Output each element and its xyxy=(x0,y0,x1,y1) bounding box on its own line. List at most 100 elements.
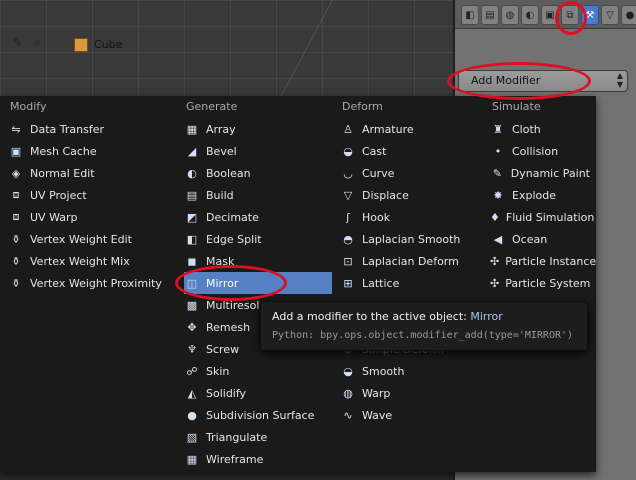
menu-item-wave[interactable]: ∿ Wave xyxy=(340,404,486,426)
menu-item-mask[interactable]: ◼ Mask xyxy=(184,250,332,272)
menu-item-uv-warp[interactable]: ⧈ UV Warp xyxy=(8,206,176,228)
modifiers-tab[interactable]: ⚒ xyxy=(581,5,599,25)
menu-item-bevel[interactable]: ◢ Bevel xyxy=(184,140,332,162)
menu-item-boolean[interactable]: ◐ Boolean xyxy=(184,162,332,184)
menu-item-label: Vertex Weight Proximity xyxy=(30,276,162,290)
menu-item-explode[interactable]: ✸ Explode xyxy=(490,184,590,206)
menu-item-label: Warp xyxy=(362,386,391,400)
menu-item-subdivision-surface[interactable]: ● Subdivision Surface xyxy=(184,404,332,426)
menu-item-mesh-cache[interactable]: ▣ Mesh Cache xyxy=(8,140,176,162)
mesh-cache-icon: ▣ xyxy=(10,144,22,158)
cube-object-icon xyxy=(74,38,88,52)
menu-item-label: UV Warp xyxy=(30,210,78,224)
menu-item-laplacian-deform[interactable]: ⊡ Laplacian Deform xyxy=(340,250,486,272)
menu-item-array[interactable]: ▦ Array xyxy=(184,118,332,140)
menu-item-edge-split[interactable]: ◧ Edge Split xyxy=(184,228,332,250)
menu-item-collision[interactable]: • Collision xyxy=(490,140,590,162)
menu-column-title: Simulate xyxy=(492,100,541,113)
ocean-icon: ◀ xyxy=(493,232,503,246)
laplacian-deform-icon: ⊡ xyxy=(343,254,353,268)
menu-item-cloth[interactable]: ♜ Cloth xyxy=(490,118,590,140)
menu-item-label: Lattice xyxy=(362,276,400,290)
menu-item-hook[interactable]: ʃ Hook xyxy=(340,206,486,228)
bevel-icon: ◢ xyxy=(187,144,197,158)
dynamic-paint-icon: ✎ xyxy=(492,166,502,180)
menu-item-particle-system[interactable]: ✣ Particle System xyxy=(490,272,590,294)
render-layers-tab[interactable]: ▤ xyxy=(481,5,499,25)
menu-item-label: Explode xyxy=(512,188,556,202)
menu-item-label: Subdivision Surface xyxy=(206,408,315,422)
menu-item-label: Build xyxy=(206,188,234,202)
menu-item-label: Dynamic Paint xyxy=(510,166,590,180)
menu-item-armature[interactable]: ♙ Armature xyxy=(340,118,486,140)
3d-viewport[interactable] xyxy=(0,0,456,131)
menu-item-ocean[interactable]: ◀ Ocean xyxy=(490,228,590,250)
menu-item-build[interactable]: ▤ Build xyxy=(184,184,332,206)
world-icon: ◐ xyxy=(525,9,535,21)
laplacian-smooth-icon: ◓ xyxy=(343,232,353,246)
data-tab[interactable]: ▽ xyxy=(601,5,619,25)
menu-item-label: Laplacian Deform xyxy=(362,254,459,268)
pin-icon[interactable]: ✎ xyxy=(12,36,23,51)
decimate-icon: ◩ xyxy=(186,210,198,224)
vertex-weight-proximity-icon: ⚱ xyxy=(11,276,21,290)
menu-item-label: UV Project xyxy=(30,188,87,202)
uv-project-icon: ⧈ xyxy=(12,188,20,201)
menu-item-decimate[interactable]: ◩ Decimate xyxy=(184,206,332,228)
world-tab[interactable]: ◐ xyxy=(521,5,539,25)
menu-item-vertex-weight-proximity[interactable]: ⚱ Vertex Weight Proximity xyxy=(8,272,176,294)
menu-item-triangulate[interactable]: ▧ Triangulate xyxy=(184,426,332,448)
fluid-simulation-icon: ♦ xyxy=(490,210,500,224)
menu-item-solidify[interactable]: ◭ Solidify xyxy=(184,382,332,404)
menu-item-data-transfer[interactable]: ⇋ Data Transfer xyxy=(8,118,176,140)
array-icon: ▦ xyxy=(186,122,198,136)
wireframe-icon: ▦ xyxy=(186,452,198,466)
tooltip-description: Add a modifier to the active object: Mir… xyxy=(272,310,503,323)
menu-item-curve[interactable]: ◡ Curve xyxy=(340,162,486,184)
menu-item-fluid-simulation[interactable]: ♦ Fluid Simulation xyxy=(490,206,594,228)
material-tab[interactable]: ● xyxy=(621,5,636,25)
cast-icon: ◒ xyxy=(343,144,353,158)
menu-item-lattice[interactable]: ⊞ Lattice xyxy=(340,272,486,294)
menu-item-label: Cast xyxy=(362,144,387,158)
menu-item-label: Ocean xyxy=(512,232,548,246)
menu-item-dynamic-paint[interactable]: ✎ Dynamic Paint xyxy=(490,162,590,184)
menu-item-cast[interactable]: ◒ Cast xyxy=(340,140,486,162)
chevron-right-icon: ▶ xyxy=(35,38,42,48)
menu-item-label: Fluid Simulation xyxy=(505,210,595,224)
menu-item-skin[interactable]: ☍ Skin xyxy=(184,360,332,382)
menu-column-title: Generate xyxy=(186,100,238,113)
menu-item-vertex-weight-mix[interactable]: ⚱ Vertex Weight Mix xyxy=(8,250,176,272)
menu-item-label: Laplacian Smooth xyxy=(362,232,461,246)
armature-icon: ♙ xyxy=(343,122,353,136)
menu-item-vertex-weight-edit[interactable]: ⚱ Vertex Weight Edit xyxy=(8,228,176,250)
menu-item-particle-instance[interactable]: ✣ Particle Instance xyxy=(490,250,596,272)
smooth-icon: ◒ xyxy=(343,364,353,378)
cloth-icon: ♜ xyxy=(493,122,503,136)
constraints-tab[interactable]: ⧉ xyxy=(561,5,579,25)
menu-item-label: Displace xyxy=(362,188,409,202)
menu-item-smooth[interactable]: ◒ Smooth xyxy=(340,360,486,382)
menu-item-label: Bevel xyxy=(206,144,237,158)
mirror-icon: ◫ xyxy=(186,276,198,290)
object-tab[interactable]: ▣ xyxy=(541,5,559,25)
menu-item-wireframe[interactable]: ▦ Wireframe xyxy=(184,448,332,470)
hook-icon: ʃ xyxy=(346,210,350,224)
menu-item-normal-edit[interactable]: ◈ Normal Edit xyxy=(8,162,176,184)
menu-item-label: Curve xyxy=(362,166,395,180)
menu-item-label: Mirror xyxy=(206,276,239,290)
menu-item-label: Array xyxy=(206,122,236,136)
edge-split-icon: ◧ xyxy=(186,232,198,246)
breadcrumb-object-label: Cube xyxy=(94,38,123,51)
add-modifier-button[interactable]: Add Modifier ▲ ▼ xyxy=(458,70,628,92)
menu-item-mirror[interactable]: ◫ Mirror xyxy=(184,272,332,294)
menu-item-label: Decimate xyxy=(206,210,259,224)
render-tab[interactable]: ◧ xyxy=(461,5,479,25)
menu-item-warp[interactable]: ◍ Warp xyxy=(340,382,486,404)
menu-item-label: Hook xyxy=(362,210,391,224)
uv-warp-icon: ⧈ xyxy=(12,210,20,223)
menu-item-uv-project[interactable]: ⧈ UV Project xyxy=(8,184,176,206)
menu-item-displace[interactable]: ▽ Displace xyxy=(340,184,486,206)
menu-item-laplacian-smooth[interactable]: ◓ Laplacian Smooth xyxy=(340,228,486,250)
scene-tab[interactable]: ◍ xyxy=(501,5,519,25)
